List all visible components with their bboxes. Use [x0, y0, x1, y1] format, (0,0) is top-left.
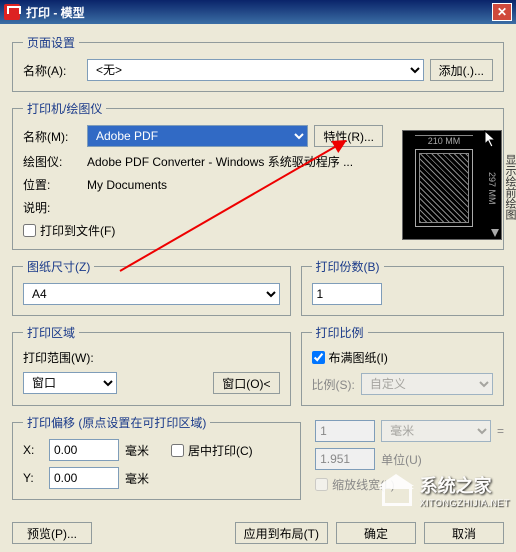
- button-bar: 预览(P)... 应用到布局(T) 确定 取消: [0, 518, 516, 552]
- cancel-button[interactable]: 取消: [424, 522, 504, 544]
- location-value: My Documents: [87, 178, 167, 192]
- window-button[interactable]: 窗口(O)<: [213, 372, 279, 394]
- scale-group: 打印比例 布满图纸(I) 比例(S): 自定义: [301, 324, 504, 406]
- scale-unit-select: 毫米: [381, 420, 491, 442]
- paper-legend: 图纸尺寸(Z): [23, 258, 94, 275]
- triangle-icon: [491, 229, 499, 237]
- area-legend: 打印区域: [23, 324, 79, 341]
- printer-legend: 打印机/绘图仪: [23, 100, 106, 117]
- x-unit: 毫米: [125, 442, 149, 459]
- cursor-icon: [484, 130, 498, 148]
- description-label: 说明:: [23, 199, 81, 216]
- titlebar: 打印 - 模型 ✕: [0, 0, 516, 24]
- preview-hint: 显示绘前绘图: [502, 154, 516, 220]
- center-checkbox[interactable]: 居中打印(C): [171, 442, 253, 459]
- copies-input[interactable]: [312, 283, 382, 305]
- equals-label: =: [497, 424, 504, 438]
- plotter-value: Adobe PDF Converter - Windows 系统驱动程序 ...: [87, 153, 353, 170]
- app-icon: [4, 4, 20, 20]
- x-label: X:: [23, 443, 43, 457]
- add-button[interactable]: 添加(.)...: [430, 59, 493, 81]
- offset-legend: 打印偏移 (原点设置在可打印区域): [23, 414, 210, 431]
- x-input[interactable]: [49, 439, 119, 461]
- preview-button[interactable]: 预览(P)...: [12, 522, 92, 544]
- close-button[interactable]: ✕: [492, 3, 512, 21]
- preview-width-label: 210 MM: [415, 135, 473, 146]
- copies-group: 打印份数(B): [301, 258, 504, 316]
- scale-legend: 打印比例: [312, 324, 368, 341]
- scale-label: 比例(S):: [312, 376, 355, 393]
- range-label: 打印范围(W):: [23, 349, 94, 366]
- plotter-label: 绘图仪:: [23, 153, 81, 170]
- page-name-select[interactable]: <无>: [87, 59, 424, 81]
- copies-legend: 打印份数(B): [312, 258, 384, 275]
- window-title: 打印 - 模型: [26, 4, 492, 21]
- scale-lineweight-checkbox: 缩放线宽(L): [315, 476, 395, 493]
- scale-select: 自定义: [361, 373, 493, 395]
- ok-button[interactable]: 确定: [336, 522, 416, 544]
- preview-height-label: 297 MM: [477, 153, 497, 223]
- range-select[interactable]: 窗口: [23, 372, 117, 394]
- y-input[interactable]: [49, 467, 119, 489]
- printer-name-label: 名称(M):: [23, 128, 81, 145]
- location-label: 位置:: [23, 176, 81, 193]
- scale-denom-input: [315, 448, 375, 470]
- page-setup-group: 页面设置 名称(A): <无> 添加(.)...: [12, 34, 504, 92]
- apply-layout-button[interactable]: 应用到布局(T): [235, 522, 328, 544]
- print-area-group: 打印区域 打印范围(W): 窗口 窗口(O)<: [12, 324, 291, 406]
- denom-unit-label: 单位(U): [381, 451, 422, 468]
- fit-to-paper-checkbox[interactable]: 布满图纸(I): [312, 349, 388, 366]
- offset-group: 打印偏移 (原点设置在可打印区域) X: 毫米 居中打印(C) Y: 毫米: [12, 414, 301, 500]
- page-setup-legend: 页面设置: [23, 34, 79, 51]
- scale-num-input: [315, 420, 375, 442]
- y-unit: 毫米: [125, 470, 149, 487]
- print-to-file-checkbox[interactable]: 打印到文件(F): [23, 222, 115, 239]
- paper-size-group: 图纸尺寸(Z) A4: [12, 258, 291, 316]
- y-label: Y:: [23, 471, 43, 485]
- page-name-label: 名称(A):: [23, 62, 81, 79]
- paper-size-select[interactable]: A4: [23, 283, 280, 305]
- printer-name-select[interactable]: Adobe PDF: [87, 125, 308, 147]
